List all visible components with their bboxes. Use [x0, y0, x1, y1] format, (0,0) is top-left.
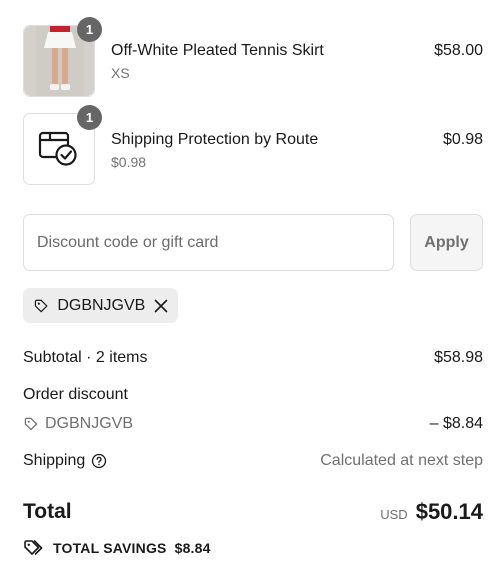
subtotal-value: $58.98 — [434, 349, 483, 366]
discount-code-input[interactable] — [23, 214, 394, 271]
order-discount-row: Order discount — [23, 386, 483, 408]
savings-value: $8.84 — [174, 540, 211, 556]
order-discount-label: Order discount — [23, 386, 128, 403]
apply-discount-button[interactable]: Apply — [410, 214, 483, 271]
close-icon — [154, 299, 167, 312]
applied-discount-code: DGBNJGVB — [57, 296, 146, 314]
product-name: Shipping Protection by Route — [111, 131, 319, 148]
applied-discount-chip: DGBNJGVB — [23, 288, 178, 323]
discount-code-row: DGBNJGVB – $8.84 — [23, 415, 483, 437]
tag-icon — [34, 299, 48, 312]
remove-discount-button[interactable] — [153, 297, 168, 315]
quantity-badge: 1 — [77, 17, 102, 42]
subtotal-row: Subtotal · 2 items $58.98 — [23, 349, 483, 371]
savings-label: TOTAL SAVINGS — [53, 540, 167, 556]
currency-code: USD — [380, 507, 408, 522]
product-variant: $0.98 — [111, 154, 147, 170]
total-savings: TOTAL SAVINGS $8.84 — [23, 539, 211, 557]
total-amount-group: USD $50.14 — [380, 499, 483, 525]
product-thumbnail: 1 — [23, 105, 102, 185]
help-icon[interactable] — [91, 453, 107, 469]
total-label: Total — [23, 500, 72, 523]
shipping-value: Calculated at next step — [320, 452, 483, 469]
total-value: $50.14 — [415, 499, 483, 524]
tag-icon — [24, 417, 38, 431]
quantity-badge: 1 — [77, 105, 102, 130]
product-price: $0.98 — [442, 131, 483, 148]
shipping-row: Shipping Calculated at next step — [23, 452, 483, 474]
discount-amount: – $8.84 — [429, 415, 483, 432]
product-thumbnail: 1 — [23, 17, 102, 97]
subtotal-label: Subtotal · 2 items — [23, 349, 148, 366]
tags-icon — [24, 540, 43, 555]
package-check-icon — [38, 131, 77, 166]
product-name: Off-White Pleated Tennis Skirt — [111, 42, 324, 59]
line-item-shipping-protection: 1 Shipping Protection by Route $0.98 $0.… — [23, 105, 483, 187]
line-item-tennis-skirt: 1 Off-White Pleated Tennis Skirt XS $58.… — [23, 17, 483, 99]
discount-code-label: DGBNJGVB — [45, 415, 134, 432]
shipping-label: Shipping — [23, 452, 86, 469]
product-variant: XS — [111, 65, 130, 81]
product-price: $58.00 — [434, 42, 483, 59]
